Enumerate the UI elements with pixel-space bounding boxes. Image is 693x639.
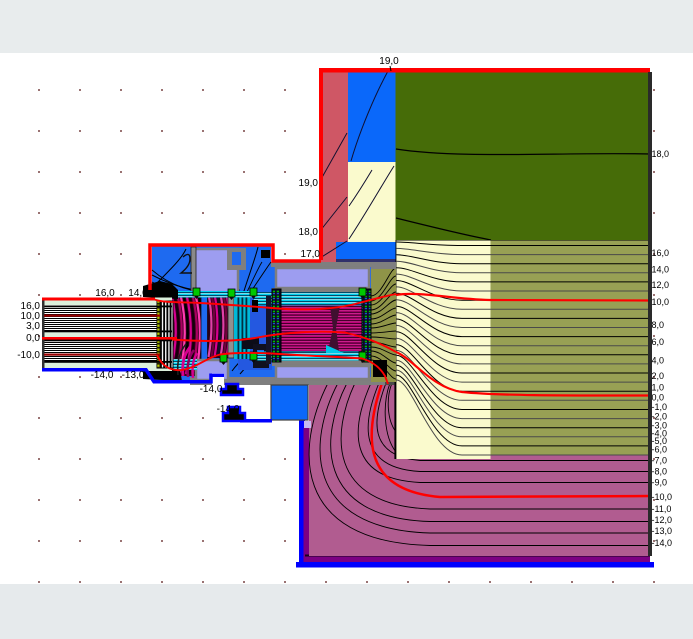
svg-text:19,0: 19,0 [379,56,399,67]
svg-text:-13,0: -13,0 [122,370,145,381]
svg-text:14,0: 14,0 [652,265,670,275]
svg-text:18,0: 18,0 [652,149,670,159]
svg-text:16,0: 16,0 [652,248,670,258]
svg-text:19,0: 19,0 [299,178,319,189]
svg-text:14,0: 14,0 [128,288,148,299]
svg-text:-14,0: -14,0 [91,370,114,381]
svg-text:0,0: 0,0 [26,333,40,344]
svg-text:-14,0: -14,0 [652,538,673,548]
svg-text:16,0: 16,0 [95,288,115,299]
svg-text:3,0: 3,0 [26,321,40,332]
svg-text:0,0: 0,0 [652,393,665,403]
svg-text:1,0: 1,0 [652,383,665,393]
svg-text:-10,0: -10,0 [17,350,40,361]
svg-text:18,0: 18,0 [299,227,319,238]
svg-text:12,0: 12,0 [652,280,670,290]
svg-text:-14,0: -14,0 [217,404,240,415]
svg-text:-8,0: -8,0 [652,467,668,477]
svg-text:-9,0: -9,0 [652,478,668,488]
svg-text:-10,0: -10,0 [652,492,673,502]
svg-text:-1,0: -1,0 [652,402,668,412]
svg-text:2,0: 2,0 [652,371,665,381]
svg-text:-7,0: -7,0 [652,456,668,466]
svg-text:4,0: 4,0 [652,356,665,366]
svg-text:17,0: 17,0 [301,249,321,260]
svg-text:-12,0: -12,0 [652,515,673,525]
svg-text:8,0: 8,0 [652,320,665,330]
svg-text:10,0: 10,0 [652,297,670,307]
svg-text:-11,0: -11,0 [652,504,672,514]
svg-text:-14,0: -14,0 [200,384,223,395]
svg-text:6,0: 6,0 [652,337,665,347]
svg-text:-13,0: -13,0 [652,526,673,536]
svg-text:-6,0: -6,0 [652,445,668,455]
